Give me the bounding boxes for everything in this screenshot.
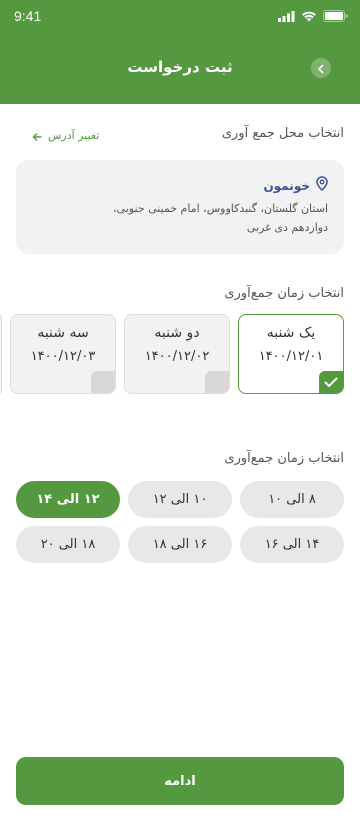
time-slot-pill[interactable]: ۱۰ الی ۱۲ (128, 481, 232, 518)
day-date: ۱۴۰۰/۱۲/۰۳ (30, 349, 96, 364)
wifi-icon (301, 11, 317, 22)
location-pin-icon (316, 176, 328, 195)
day-card[interactable]: سه شنبه ۱۴۰۰/۱۲/۰۳ (10, 314, 116, 394)
location-section-label: انتخاب محل جمع آوری (221, 126, 344, 141)
status-icons (278, 10, 348, 22)
day-checkbox (205, 371, 229, 393)
day-name: دو شنبه (154, 325, 200, 341)
date-section-label: انتخاب زمان جمع‌آوری (224, 286, 344, 301)
app-header: 9:41 ثبت درخواست (0, 0, 360, 104)
time-slot-pill[interactable]: ۸ الی ۱۰ (240, 481, 344, 518)
day-card[interactable]: دو شنبه ۱۴۰۰/۱۲/۰۲ (124, 314, 230, 394)
time-slot-pill[interactable]: ۱۸ الی ۲۰ (16, 526, 120, 563)
change-address-link[interactable]: تغییر آدرس (32, 126, 99, 145)
time-slot-pill-selected[interactable]: ۱۲ الی ۱۴ (16, 481, 120, 518)
time-slot-pill[interactable]: ۱۴ الی ۱۶ (240, 526, 344, 563)
page-title: ثبت درخواست (127, 58, 233, 76)
back-button[interactable] (311, 58, 331, 78)
day-checkbox (91, 371, 115, 393)
continue-button[interactable]: ادامه (16, 757, 344, 805)
day-date: ۱۴۰۰/۱۲/۰۲ (144, 349, 210, 364)
day-card[interactable]: یک شنبه ۱۴۰۰/۱۲/۰۱ (238, 314, 344, 394)
day-date: ۱۴۰۰/۱۲/۰۱ (258, 349, 324, 364)
address-line-2: دوازدهم دی غربی (246, 221, 328, 234)
address-line-1: استان گلستان، گنبدکاووس، امام خمینی جنوب… (113, 202, 328, 215)
day-name: سه شنبه (37, 325, 89, 341)
day-checkbox (319, 371, 343, 393)
battery-icon (323, 10, 348, 22)
time-section-label: انتخاب زمان جمع‌آوری (224, 451, 344, 466)
arrow-left-icon (32, 126, 42, 145)
change-address-label: تغییر آدرس (48, 129, 100, 142)
address-name: خونمون (263, 178, 311, 193)
signal-icon (278, 10, 295, 22)
time-slot-pill[interactable]: ۱۶ الی ۱۸ (128, 526, 232, 563)
chevron-left-icon (317, 59, 325, 78)
status-bar: 9:41 (0, 0, 360, 34)
address-title: خونمون (264, 176, 329, 195)
checkmark-icon (324, 373, 338, 392)
day-card-partial[interactable] (0, 314, 2, 394)
address-card[interactable]: خونمون استان گلستان، گنبدکاووس، امام خمی… (16, 160, 344, 254)
day-name: یک شنبه (266, 325, 316, 341)
status-time: 9:41 (14, 8, 42, 24)
